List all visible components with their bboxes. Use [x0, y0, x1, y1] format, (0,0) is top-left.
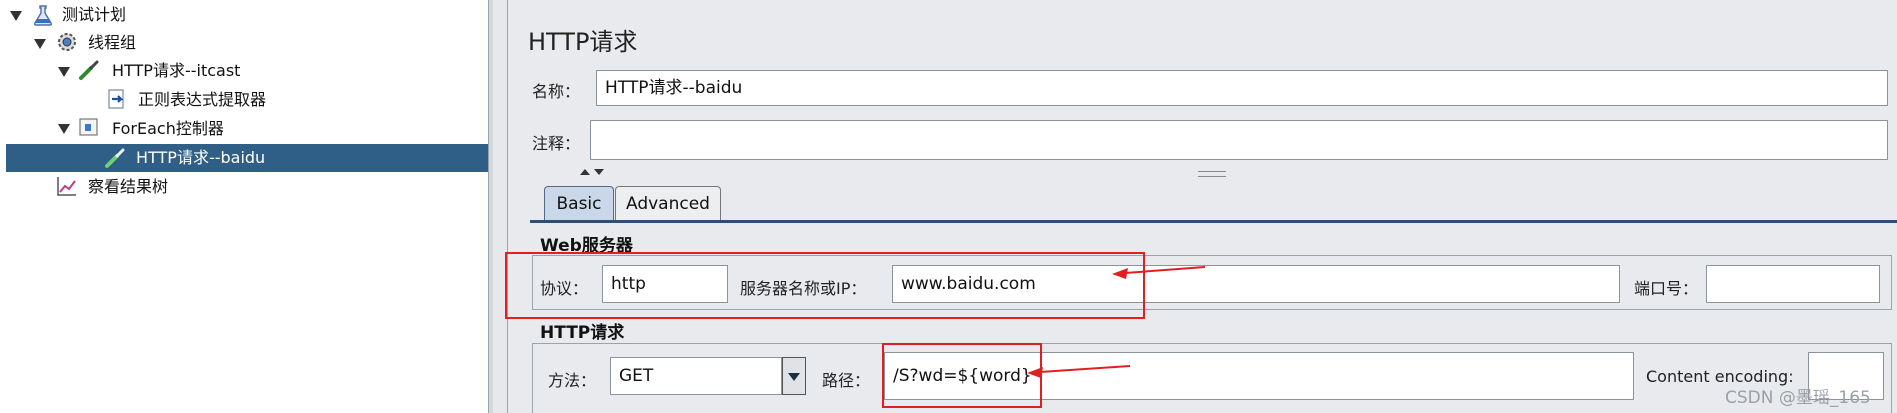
annotation-arrows	[1027, 266, 1206, 378]
watermark-text: CSDN @墨瑶_165	[1725, 388, 1871, 408]
